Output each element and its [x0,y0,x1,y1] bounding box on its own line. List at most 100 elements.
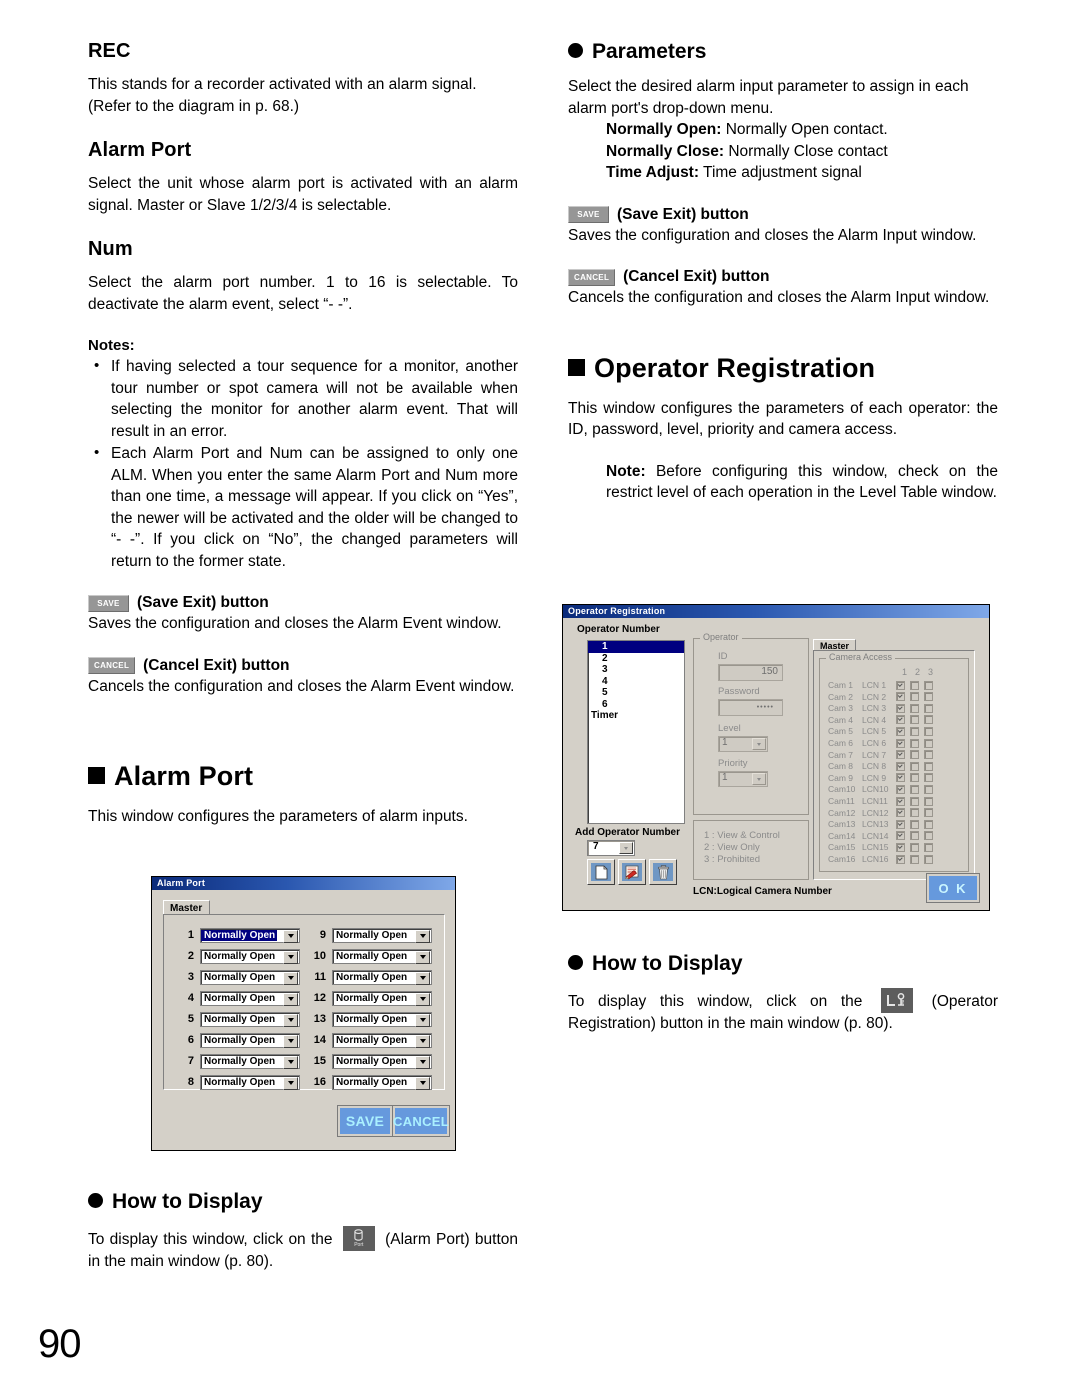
alarm-port-select[interactable]: Normally Open [332,1074,432,1090]
add-operator-number-select[interactable]: 7 [587,840,635,856]
camera-access-checkbox[interactable] [896,796,905,806]
alarm-port-select[interactable]: Normally Open [332,1032,432,1048]
chevron-down-icon[interactable] [415,1034,430,1048]
alarm-port-select[interactable]: Normally Open [200,948,300,964]
camera-access-checkbox[interactable] [896,680,905,690]
operator-registration-dialog[interactable]: Operator Registration Operator Number 12… [562,604,990,911]
camera-access-checkbox[interactable] [924,761,933,771]
priority-select[interactable]: 1 [718,771,768,787]
camera-access-checkbox[interactable] [924,773,933,783]
camera-access-checkbox[interactable] [896,750,905,760]
alarm-port-select[interactable]: Normally Open [332,1053,432,1069]
camera-access-checkbox[interactable] [896,703,905,713]
camera-access-checkbox[interactable] [910,761,919,771]
camera-access-checkbox[interactable] [910,750,919,760]
chevron-down-icon[interactable] [415,1055,430,1069]
alarm-port-select[interactable]: Normally Open [200,1053,300,1069]
alarm-port-select[interactable]: Normally Open [332,927,432,943]
alarm-port-select[interactable]: Normally Open [200,990,300,1006]
edit-operator-button[interactable] [618,859,646,885]
camera-access-checkbox[interactable] [896,773,905,783]
camera-access-checkbox[interactable] [924,796,933,806]
camera-access-checkbox[interactable] [924,738,933,748]
camera-access-checkbox[interactable] [910,854,919,864]
camera-access-checkbox[interactable] [896,842,905,852]
camera-access-checkbox[interactable] [924,808,933,818]
list-item[interactable]: 4 [588,676,684,688]
list-item[interactable]: Timer [588,710,684,722]
list-item[interactable]: 2 [588,653,684,665]
camera-access-checkbox[interactable] [924,831,933,841]
alarm-port-dialog[interactable]: Alarm Port Master 1 Normally Open 2 Normall… [151,876,456,1151]
camera-access-checkbox[interactable] [924,819,933,829]
alarm-port-select[interactable]: Normally Open [200,969,300,985]
alarm-port-select[interactable]: Normally Open [200,1074,300,1090]
alarm-port-select[interactable]: Normally Open [332,948,432,964]
id-field[interactable]: 150 [718,664,783,681]
camera-access-checkbox[interactable] [910,773,919,783]
camera-access-checkbox[interactable] [910,680,919,690]
camera-access-checkbox[interactable] [924,692,933,702]
chevron-down-icon[interactable] [415,1013,430,1027]
chevron-down-icon[interactable] [283,950,298,964]
chevron-down-icon[interactable] [415,929,430,943]
chevron-down-icon[interactable] [415,992,430,1006]
chevron-down-icon[interactable] [415,971,430,985]
camera-access-checkbox[interactable] [896,692,905,702]
camera-access-checkbox[interactable] [910,715,919,725]
camera-access-checkbox[interactable] [910,726,919,736]
camera-access-checkbox[interactable] [924,784,933,794]
camera-access-checkbox[interactable] [910,831,919,841]
chevron-down-icon[interactable] [752,773,766,785]
camera-access-checkbox[interactable] [910,692,919,702]
alarm-port-select[interactable]: Normally Open [332,969,432,985]
alarm-port-select[interactable]: Normally Open [200,1011,300,1027]
camera-access-checkbox[interactable] [910,738,919,748]
camera-access-checkbox[interactable] [896,726,905,736]
alarm-port-select[interactable]: Normally Open [200,927,300,943]
level-select[interactable]: 1 [718,736,768,752]
camera-access-checkbox[interactable] [910,703,919,713]
cancel-button[interactable]: CANCEL [393,1106,449,1136]
ok-button[interactable]: O K [927,874,979,902]
camera-access-checkbox[interactable] [924,680,933,690]
chevron-down-icon[interactable] [619,842,633,854]
camera-access-checkbox[interactable] [924,715,933,725]
list-item[interactable]: 5 [588,687,684,699]
chevron-down-icon[interactable] [752,738,766,750]
alarm-port-select[interactable]: Normally Open [332,1011,432,1027]
camera-access-checkbox[interactable] [924,842,933,852]
camera-access-checkbox[interactable] [896,854,905,864]
chevron-down-icon[interactable] [283,1076,298,1090]
operator-number-listbox[interactable]: 1 2 3 4 5 6 Timer [587,640,685,824]
camera-access-checkbox[interactable] [910,784,919,794]
chevron-down-icon[interactable] [283,929,298,943]
save-button[interactable]: SAVE [338,1106,392,1136]
new-operator-button[interactable] [587,859,615,885]
camera-access-checkbox[interactable] [896,831,905,841]
list-item[interactable]: 3 [588,664,684,676]
chevron-down-icon[interactable] [283,1055,298,1069]
password-field[interactable]: ••••• [718,699,783,716]
alarm-port-select[interactable]: Normally Open [332,990,432,1006]
camera-access-checkbox[interactable] [896,715,905,725]
chevron-down-icon[interactable] [415,1076,430,1090]
alarm-port-select[interactable]: Normally Open [200,1032,300,1048]
camera-access-checkbox[interactable] [924,726,933,736]
delete-operator-button[interactable] [649,859,677,885]
camera-access-checkbox[interactable] [896,761,905,771]
camera-access-checkbox[interactable] [910,796,919,806]
camera-access-checkbox[interactable] [896,819,905,829]
camera-access-checkbox[interactable] [896,808,905,818]
camera-access-checkbox[interactable] [910,808,919,818]
list-item[interactable]: 1 [588,641,684,653]
camera-access-checkbox[interactable] [924,750,933,760]
camera-access-checkbox[interactable] [924,854,933,864]
chevron-down-icon[interactable] [283,992,298,1006]
camera-access-checkbox[interactable] [924,703,933,713]
camera-access-checkbox[interactable] [896,784,905,794]
camera-access-checkbox[interactable] [910,819,919,829]
camera-access-checkbox[interactable] [910,842,919,852]
camera-access-checkbox[interactable] [896,738,905,748]
chevron-down-icon[interactable] [283,971,298,985]
